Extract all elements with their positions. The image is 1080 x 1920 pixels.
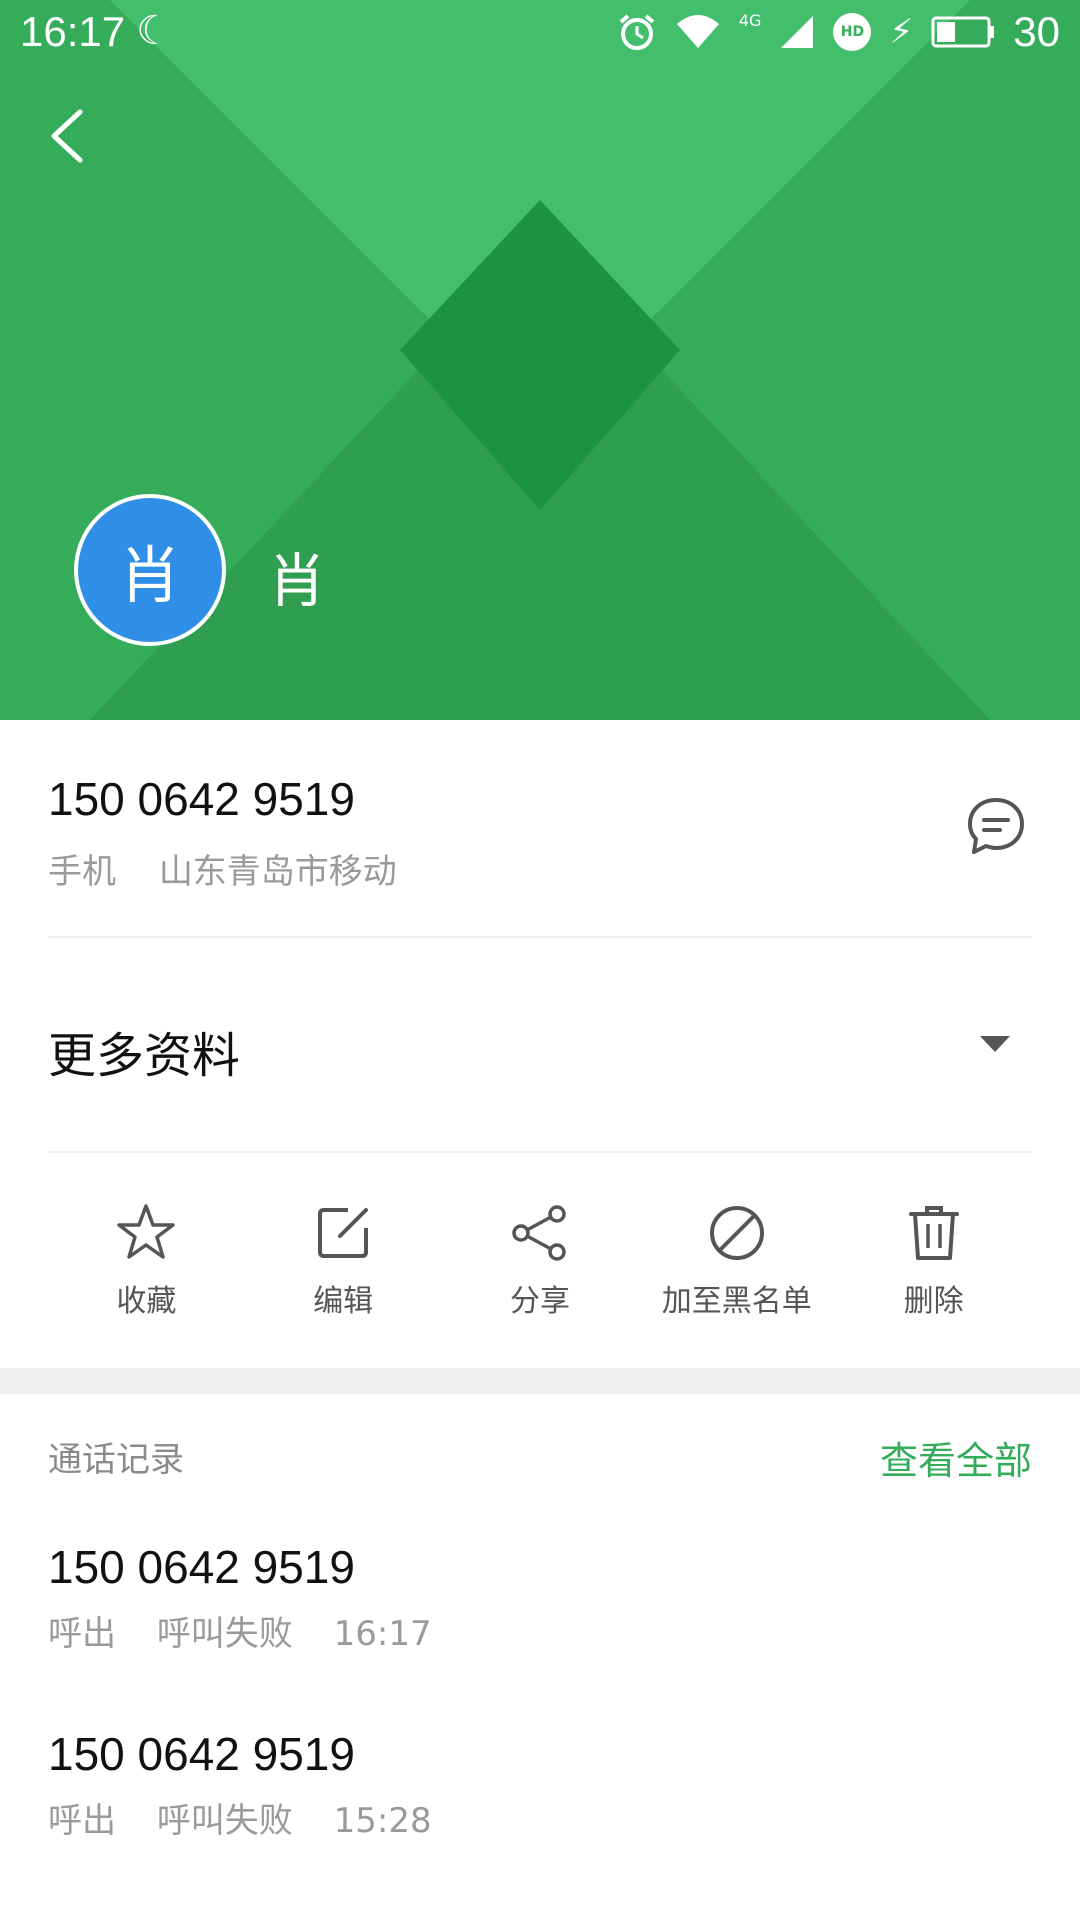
call-log-meta: 呼出 呼叫失败 16:17 <box>48 1606 1032 1655</box>
delete-button[interactable]: 删除 <box>835 1200 1032 1340</box>
call-direction: 呼出 <box>48 1614 116 1654</box>
network-type: 4G <box>738 10 762 30</box>
call-log-item[interactable]: 150 0642 9519 呼出 呼叫失败 16:17 <box>48 1540 1032 1710</box>
charging-icon: ⚡ <box>889 12 914 52</box>
favorite-label: 收藏 <box>116 1284 177 1319</box>
phone-number: 150 0642 9519 <box>48 773 355 825</box>
favorite-button[interactable]: 收藏 <box>48 1200 245 1340</box>
call-direction: 呼出 <box>48 1801 116 1841</box>
more-info-row[interactable]: 更多资料 <box>0 938 1080 1152</box>
battery-icon <box>931 16 995 48</box>
edit-label: 编辑 <box>313 1284 374 1319</box>
dropdown-arrow-icon <box>980 1036 1010 1052</box>
call-log-number: 150 0642 9519 <box>48 1541 355 1593</box>
call-log-number: 150 0642 9519 <box>48 1728 355 1780</box>
section-separator <box>0 1368 1080 1394</box>
phone-number-row[interactable]: 150 0642 9519 手机 山东青岛市移动 <box>0 720 1080 936</box>
block-icon <box>709 1206 764 1260</box>
signal-icon <box>781 16 814 48</box>
phone-location: 山东青岛市移动 <box>158 852 397 892</box>
wifi-icon <box>676 15 719 48</box>
share-button[interactable]: 分享 <box>442 1200 639 1340</box>
phone-meta: 手机 山东青岛市移动 <box>48 844 397 893</box>
moon-icon: ☾ <box>136 8 172 54</box>
status-icons: 4G HD ⚡ 30 <box>617 8 1060 56</box>
star-icon <box>117 1204 176 1259</box>
edit-icon <box>318 1208 369 1258</box>
divider <box>48 1151 1032 1153</box>
status-bar: 16:17 ☾ 4G HD ⚡ 30 <box>0 0 1080 66</box>
status-time: 16:17 <box>20 8 126 55</box>
battery-level: 30 <box>1013 8 1060 55</box>
delete-label: 删除 <box>903 1284 964 1319</box>
share-label: 分享 <box>509 1284 570 1319</box>
call-time: 16:17 <box>333 1614 432 1654</box>
call-log-item[interactable]: 150 0642 9519 呼出 呼叫失败 15:28 <box>48 1727 1032 1897</box>
blacklist-label: 加至黑名单 <box>661 1284 812 1319</box>
avatar: 肖 <box>74 494 226 646</box>
more-info-label: 更多资料 <box>48 1028 241 1084</box>
view-all-link[interactable]: 查看全部 <box>880 1430 1032 1485</box>
edit-button[interactable]: 编辑 <box>245 1200 442 1340</box>
blacklist-button[interactable]: 加至黑名单 <box>638 1200 835 1340</box>
call-time: 15:28 <box>333 1801 432 1841</box>
call-log-meta: 呼出 呼叫失败 15:28 <box>48 1793 1032 1842</box>
phone-type: 手机 <box>48 852 116 892</box>
action-bar: 收藏 编辑 分享 加至黑名单 删除 <box>48 1200 1032 1340</box>
contact-name: 肖 <box>268 547 327 615</box>
call-status: 呼叫失败 <box>156 1614 293 1654</box>
call-log-title: 通话记录 <box>48 1440 184 1480</box>
contact-header: 16:17 ☾ 4G HD ⚡ 30 肖 肖 <box>0 0 1080 720</box>
message-button[interactable] <box>964 794 1028 858</box>
trash-icon <box>908 1206 959 1260</box>
alarm-icon <box>619 14 655 50</box>
hd-badge: HD <box>833 13 872 51</box>
back-button[interactable] <box>40 100 96 172</box>
share-icon <box>512 1205 566 1261</box>
call-status: 呼叫失败 <box>156 1801 293 1841</box>
